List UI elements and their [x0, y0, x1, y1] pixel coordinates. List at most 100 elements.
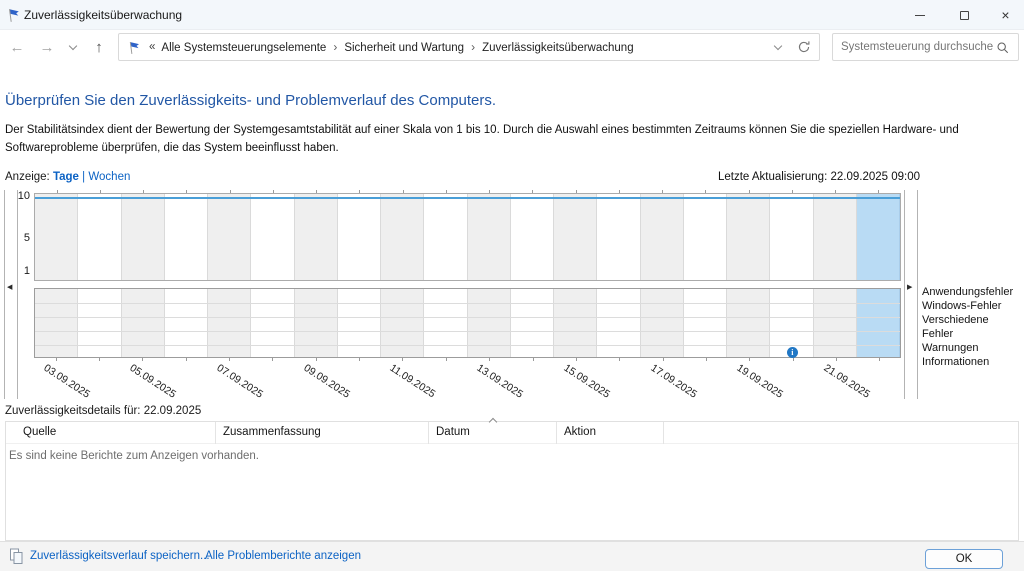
x-axis-date-label: 13.09.2025 — [475, 362, 526, 401]
axis-tick — [100, 190, 101, 193]
details-column-header[interactable]: Quelle — [6, 422, 216, 444]
page-description: Der Stabilitätsindex dient der Bewertung… — [5, 121, 1021, 158]
axis-tick — [359, 190, 360, 193]
refresh-icon[interactable] — [797, 40, 811, 54]
event-row-legend: AnwendungsfehlerWindows-FehlerVerschiede… — [922, 285, 1022, 369]
axis-tick — [749, 190, 750, 193]
info-icon[interactable]: i — [787, 347, 798, 358]
sort-ascending-icon[interactable] — [489, 416, 497, 424]
chart-day-column[interactable] — [122, 194, 165, 280]
stability-index-chart[interactable] — [34, 193, 901, 281]
chart-day-column[interactable] — [208, 194, 251, 280]
axis-tick — [835, 190, 836, 193]
axis-tick — [532, 190, 533, 193]
breadcrumb-prefix: « — [142, 41, 161, 53]
maximize-button[interactable] — [942, 0, 987, 30]
axis-tick — [705, 190, 706, 193]
details-column-header[interactable]: Aktion — [557, 422, 664, 444]
details-title: Zuverlässigkeitsdetails für: 22.09.2025 — [5, 405, 201, 417]
chart-day-column[interactable] — [338, 194, 381, 280]
view-switcher: Anzeige: Tage | Wochen — [5, 171, 130, 183]
x-axis-date-label: 15.09.2025 — [561, 362, 612, 401]
chart-scroll-left[interactable]: ◀ — [4, 190, 18, 399]
maximize-icon — [960, 11, 969, 20]
chart-day-column[interactable] — [424, 194, 467, 280]
minimize-button[interactable] — [897, 0, 942, 30]
chart-day-column[interactable] — [381, 194, 424, 280]
breadcrumb-item[interactable]: Zuverlässigkeitsüberwachung — [482, 42, 634, 54]
forward-button[interactable]: → — [36, 31, 58, 63]
save-history-link[interactable]: Zuverlässigkeitsverlauf speichern... — [30, 550, 210, 562]
chart-day-column[interactable] — [727, 194, 770, 280]
chart-day-column[interactable] — [468, 194, 511, 280]
axis-tick — [316, 190, 317, 193]
chart-scroll-right[interactable]: ▶ — [904, 190, 918, 399]
page-title: Überprüfen Sie den Zuverlässigkeits- und… — [5, 92, 496, 109]
event-row — [35, 331, 900, 345]
details-table: QuelleZusammenfassungDatumAktion Es sind… — [5, 421, 1019, 541]
event-row-label: Verschiedene Fehler — [922, 313, 1022, 341]
event-row — [35, 289, 900, 303]
axis-tick — [489, 190, 490, 193]
event-grid[interactable]: i — [34, 288, 901, 358]
details-column-header[interactable]: Zusammenfassung — [216, 422, 429, 444]
stability-index-line — [35, 197, 900, 199]
minimize-icon — [915, 15, 925, 16]
event-row-label: Informationen — [922, 355, 1022, 369]
axis-tick — [273, 190, 274, 193]
chart-day-column[interactable] — [597, 194, 640, 280]
view-days-link[interactable]: Tage — [53, 171, 79, 183]
back-button[interactable]: ← — [6, 31, 28, 63]
scroll-left-icon: ◀ — [7, 283, 12, 291]
recent-pages-button[interactable] — [64, 31, 82, 63]
chevron-down-icon — [69, 41, 77, 49]
y-axis-tick-label: 1 — [14, 265, 30, 277]
axis-tick — [576, 190, 577, 193]
event-row — [35, 303, 900, 317]
close-icon: × — [1001, 8, 1009, 22]
app-flag-icon — [6, 7, 22, 28]
window-title: Zuverlässigkeitsüberwachung — [24, 8, 182, 22]
up-button[interactable]: ↑ — [88, 31, 110, 63]
ok-button[interactable]: OK — [925, 549, 1003, 569]
address-bar[interactable]: « Alle Systemsteuerungselemente ›Sicherhe… — [118, 33, 820, 61]
chart-day-column[interactable] — [857, 194, 900, 280]
event-row — [35, 317, 900, 331]
x-axis-date-label: 09.09.2025 — [301, 362, 352, 401]
axis-tick — [446, 190, 447, 193]
x-axis: 03.09.202505.09.202507.09.202509.09.2025… — [34, 358, 901, 399]
chart-day-column[interactable] — [814, 194, 857, 280]
search-icon — [996, 41, 1010, 55]
event-row-label: Anwendungsfehler — [922, 285, 1022, 299]
axis-tick — [619, 190, 620, 193]
address-dropdown-chevron-icon[interactable] — [774, 42, 782, 50]
details-column-header-filler — [664, 422, 1018, 444]
chart-day-column[interactable] — [35, 194, 78, 280]
chart-day-column[interactable] — [684, 194, 727, 280]
x-axis-date-label: 21.09.2025 — [821, 362, 872, 401]
axis-tick — [878, 190, 879, 193]
view-weeks-link[interactable]: Wochen — [88, 171, 130, 183]
search-input[interactable] — [841, 35, 993, 59]
x-axis-date-label: 17.09.2025 — [648, 362, 699, 401]
event-row-label: Warnungen — [922, 341, 1022, 355]
chart-day-column[interactable] — [511, 194, 554, 280]
event-row — [35, 345, 900, 359]
chart-day-column[interactable] — [641, 194, 684, 280]
breadcrumb-separator-icon: › — [464, 40, 482, 54]
chart-day-column[interactable] — [251, 194, 294, 280]
breadcrumb-item[interactable]: Sicherheit und Wartung — [344, 42, 464, 54]
chart-day-column[interactable] — [165, 194, 208, 280]
breadcrumb-item[interactable]: Alle Systemsteuerungselemente — [161, 42, 326, 54]
bottom-bar: Zuverlässigkeitsverlauf speichern... All… — [0, 541, 1024, 571]
close-button[interactable]: × — [987, 0, 1024, 30]
title-bar: Zuverlässigkeitsüberwachung × — [0, 0, 1024, 30]
chart-day-column[interactable] — [78, 194, 121, 280]
axis-tick — [662, 190, 663, 193]
search-box[interactable] — [832, 33, 1019, 61]
scroll-right-icon: ▶ — [907, 283, 912, 291]
view-all-reports-link[interactable]: Alle Problemberichte anzeigen — [205, 550, 361, 562]
chart-day-column[interactable] — [295, 194, 338, 280]
chart-day-column[interactable] — [770, 194, 813, 280]
chart-day-column[interactable] — [554, 194, 597, 280]
